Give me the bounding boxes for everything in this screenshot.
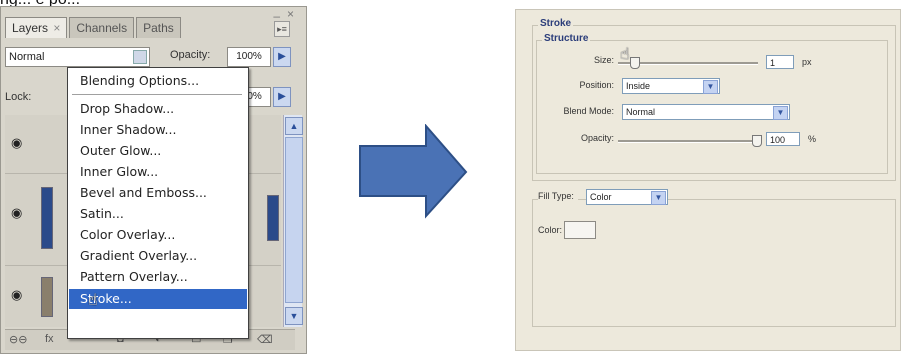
link-icon[interactable]: ⊖⊖ — [9, 333, 27, 346]
menu-item-color-overlay[interactable]: Color Overlay... — [69, 225, 247, 245]
chevron-down-icon[interactable]: ▼ — [651, 191, 666, 205]
opacity-label: Opacity: — [580, 133, 614, 143]
position-value: Inside — [626, 81, 651, 91]
tab-close-icon[interactable]: × — [53, 21, 60, 35]
tab-layers-label: Layers — [12, 21, 49, 35]
fill-type-label: Fill Type: — [538, 191, 578, 201]
size-unit: px — [802, 57, 812, 67]
size-slider-knob[interactable] — [630, 57, 640, 69]
lock-label: Lock: — [5, 91, 32, 103]
stroke-dialog: Stroke Structure Size: ☝ 1 px Position: … — [515, 9, 901, 351]
blend-mode-select[interactable]: Normal ▼ — [622, 104, 790, 120]
fill-group — [532, 199, 896, 327]
menu-item-bevel-emboss[interactable]: Bevel and Emboss... — [69, 183, 247, 203]
right-arrow-icon — [359, 124, 468, 219]
trash-icon[interactable]: ⌫ — [257, 333, 273, 346]
position-label: Position: — [579, 80, 614, 90]
eye-icon[interactable]: ◉ — [11, 205, 22, 221]
blend-row: Normal Opacity: 100% ▶ — [5, 47, 295, 69]
scroll-down-icon[interactable]: ▼ — [285, 307, 303, 325]
menu-item-pattern-overlay[interactable]: Pattern Overlay... — [69, 267, 247, 287]
layer-style-context-menu: Blending Options... Drop Shadow... Inner… — [67, 67, 249, 339]
color-swatch[interactable] — [564, 221, 596, 239]
fill-arrow-icon[interactable]: ▶ — [273, 87, 291, 107]
menu-item-outer-glow[interactable]: Outer Glow... — [69, 141, 247, 161]
menu-item-gradient-overlay[interactable]: Gradient Overlay... — [69, 246, 247, 266]
blend-mode-select[interactable]: Normal — [5, 47, 150, 67]
opacity-slider-knob[interactable] — [752, 135, 762, 147]
stroke-title: Stroke — [538, 18, 574, 29]
size-label: Size: — [593, 55, 614, 65]
menu-separator — [72, 94, 242, 95]
tab-channels-label: Channels — [76, 21, 128, 35]
tab-paths-label: Paths — [143, 21, 174, 35]
menu-item-blending-options[interactable]: Blending Options... — [69, 71, 247, 91]
mouse-pointer-icon: ☝ — [88, 292, 98, 309]
opacity-slider[interactable] — [618, 140, 758, 143]
position-select[interactable]: Inside ▼ — [622, 78, 720, 94]
opacity-field[interactable]: 100% — [227, 47, 271, 67]
panel-menu-icon[interactable]: ▸≡ — [274, 21, 290, 37]
scroll-up-icon[interactable]: ▲ — [285, 117, 303, 135]
menu-item-inner-glow[interactable]: Inner Glow... — [69, 162, 247, 182]
size-field[interactable]: 1 — [766, 55, 794, 69]
layer-thumbnail[interactable] — [41, 277, 53, 317]
tab-paths[interactable]: Paths — [136, 17, 181, 38]
scroll-thumb[interactable] — [285, 137, 303, 303]
chevron-down-icon[interactable]: ▼ — [703, 80, 718, 94]
tab-layers[interactable]: Layers × — [5, 17, 68, 38]
mouse-pointer-icon: ☝ — [620, 46, 630, 63]
eye-icon[interactable]: ◉ — [11, 287, 22, 303]
layers-panel: – × Layers × Channels Paths ▸≡ Normal Op… — [0, 6, 307, 354]
menu-item-drop-shadow[interactable]: Drop Shadow... — [69, 99, 247, 119]
layer-thumbnail[interactable] — [41, 187, 53, 249]
blend-mode-label: Blend Mode: — [563, 106, 614, 116]
blend-mode-value: Normal — [9, 51, 45, 63]
opacity-field[interactable]: 100 — [766, 132, 800, 146]
fill-type-select[interactable]: Color ▼ — [586, 189, 668, 205]
layer-mask-thumbnail[interactable] — [267, 195, 279, 241]
tab-channels[interactable]: Channels — [69, 17, 135, 38]
fx-icon[interactable]: fx — [45, 333, 54, 345]
structure-title: Structure — [542, 33, 591, 44]
fill-type-value: Color — [590, 192, 612, 202]
menu-item-satin[interactable]: Satin... — [69, 204, 247, 224]
chevron-down-icon[interactable]: ▼ — [773, 106, 788, 120]
chevron-down-icon[interactable] — [133, 50, 147, 64]
close-icon[interactable]: × — [287, 7, 294, 21]
panel-tabs: Layers × Channels Paths — [5, 17, 183, 39]
opacity-unit: % — [808, 134, 817, 144]
menu-item-inner-shadow[interactable]: Inner Shadow... — [69, 120, 247, 140]
opacity-label: Opacity: — [170, 49, 211, 61]
layers-scrollbar[interactable]: ▲ ▼ — [283, 115, 303, 327]
opacity-arrow-icon[interactable]: ▶ — [273, 47, 291, 67]
eye-icon[interactable]: ◉ — [11, 135, 22, 151]
blend-mode-value: Normal — [626, 107, 656, 117]
